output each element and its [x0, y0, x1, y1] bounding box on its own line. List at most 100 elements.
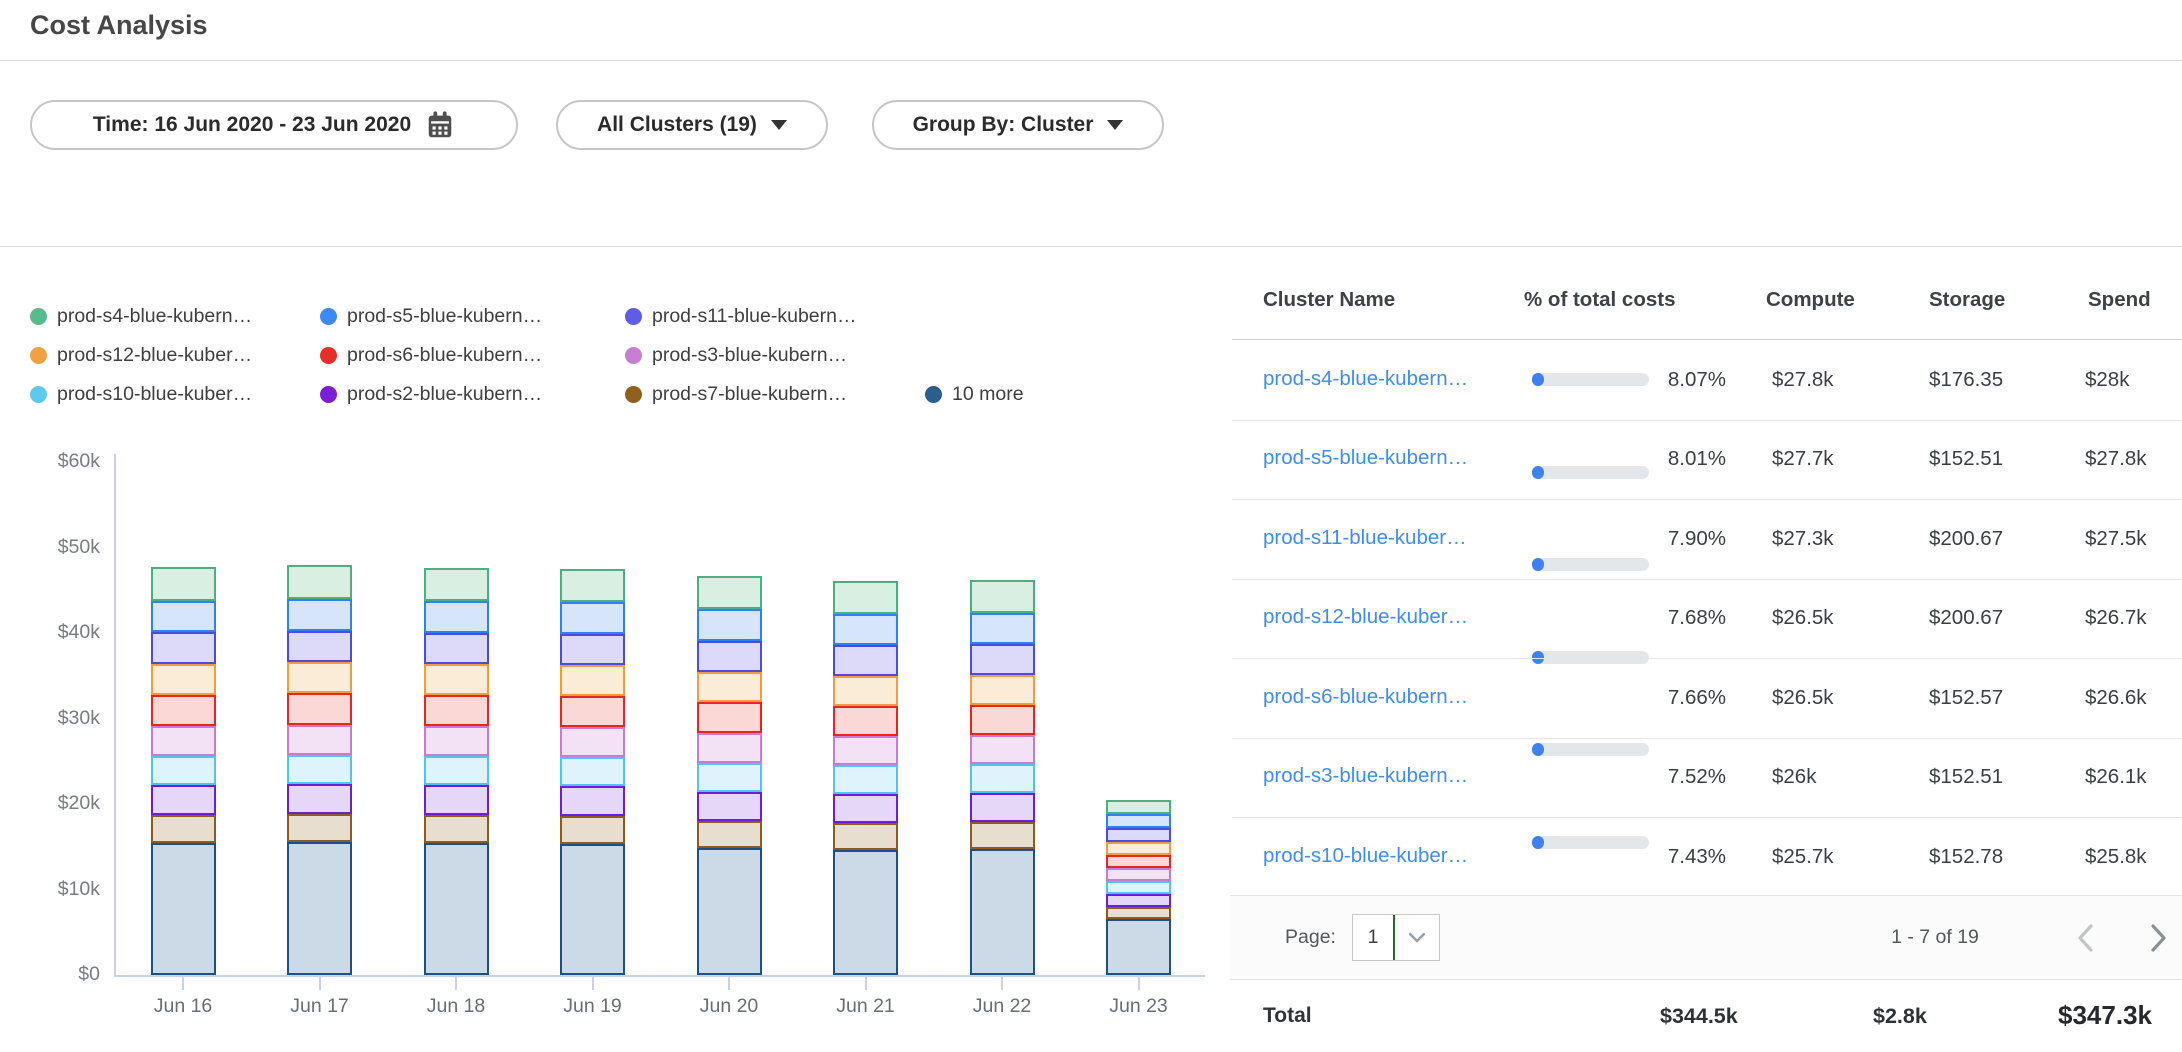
cluster-link-prod-s3-blue-kubern[interactable]: prod-s3-blue-kubern… [1263, 764, 1468, 788]
bar-segment-prod-s4-blue-kubern[interactable] [697, 576, 762, 609]
bar-segment-10-more[interactable] [560, 844, 625, 975]
bar-segment-prod-s5-blue-kubern[interactable] [1106, 814, 1171, 828]
cluster-link-prod-s11-blue-kuber[interactable]: prod-s11-blue-kuber… [1263, 526, 1467, 550]
bar-segment-prod-s6-blue-kubern[interactable] [287, 693, 352, 725]
bar-segment-prod-s2-blue-kubern[interactable] [560, 786, 625, 815]
bar-segment-prod-s5-blue-kubern[interactable] [424, 601, 489, 633]
legend-item-10-more[interactable]: 10 more [925, 381, 1024, 407]
bar-segment-prod-s4-blue-kubern[interactable] [151, 567, 216, 600]
bar-segment-10-more[interactable] [1106, 919, 1171, 975]
bar-segment-prod-s6-blue-kubern[interactable] [970, 705, 1035, 735]
bar-segment-prod-s6-blue-kubern[interactable] [424, 695, 489, 726]
bar-segment-prod-s11-blue-kubern[interactable] [424, 633, 489, 665]
bar-segment-prod-s4-blue-kubern[interactable] [1106, 800, 1171, 814]
bar-segment-prod-s3-blue-kubern[interactable] [560, 727, 625, 757]
bar-segment-prod-s2-blue-kubern[interactable] [287, 784, 352, 814]
bar-segment-prod-s2-blue-kubern[interactable] [970, 793, 1035, 822]
bar-segment-prod-s10-blue-kuber[interactable] [697, 763, 762, 792]
bar-segment-10-more[interactable] [970, 849, 1035, 975]
bar-segment-prod-s11-blue-kubern[interactable] [287, 631, 352, 663]
bar-segment-prod-s12-blue-kuber[interactable] [970, 675, 1035, 705]
bar-segment-prod-s6-blue-kubern[interactable] [560, 696, 625, 727]
legend-item-prod-s7-blue-kubern[interactable]: prod-s7-blue-kubern… [625, 381, 847, 407]
chevron-left-icon[interactable] [2072, 921, 2098, 955]
bar-segment-prod-s7-blue-kubern[interactable] [287, 814, 352, 842]
bar-segment-prod-s11-blue-kubern[interactable] [560, 634, 625, 666]
bar-segment-prod-s4-blue-kubern[interactable] [424, 568, 489, 601]
bar-segment-10-more[interactable] [424, 843, 489, 975]
bar-segment-prod-s12-blue-kuber[interactable] [697, 672, 762, 702]
bar-segment-prod-s7-blue-kubern[interactable] [1106, 907, 1171, 919]
bar-segment-prod-s2-blue-kubern[interactable] [424, 785, 489, 815]
bar-segment-prod-s6-blue-kubern[interactable] [151, 695, 216, 727]
bar-segment-prod-s5-blue-kubern[interactable] [833, 614, 898, 645]
bar-segment-prod-s6-blue-kubern[interactable] [833, 706, 898, 736]
bar-segment-prod-s12-blue-kuber[interactable] [424, 664, 489, 695]
bar-segment-prod-s4-blue-kubern[interactable] [560, 569, 625, 602]
bar-segment-prod-s12-blue-kuber[interactable] [151, 664, 216, 695]
bar-segment-prod-s3-blue-kubern[interactable] [697, 733, 762, 762]
cluster-link-prod-s5-blue-kubern[interactable]: prod-s5-blue-kubern… [1263, 446, 1468, 470]
bar-segment-prod-s3-blue-kubern[interactable] [287, 725, 352, 755]
bar-segment-prod-s7-blue-kubern[interactable] [560, 816, 625, 844]
bar-segment-prod-s4-blue-kubern[interactable] [833, 581, 898, 613]
bar-segment-10-more[interactable] [151, 843, 216, 975]
chevron-right-icon[interactable] [2146, 921, 2172, 955]
bar-segment-prod-s5-blue-kubern[interactable] [151, 601, 216, 633]
bar-segment-prod-s2-blue-kubern[interactable] [151, 785, 216, 815]
legend-item-prod-s10-blue-kuber[interactable]: prod-s10-blue-kuber… [30, 381, 252, 407]
bar-segment-prod-s5-blue-kubern[interactable] [560, 602, 625, 634]
bar-segment-prod-s4-blue-kubern[interactable] [287, 565, 352, 598]
bar-segment-prod-s11-blue-kubern[interactable] [697, 641, 762, 672]
bar-segment-prod-s3-blue-kubern[interactable] [970, 735, 1035, 764]
bar-segment-prod-s6-blue-kubern[interactable] [1106, 855, 1171, 868]
bar-segment-prod-s11-blue-kubern[interactable] [833, 645, 898, 676]
bar-segment-prod-s12-blue-kuber[interactable] [287, 662, 352, 693]
bar-segment-prod-s10-blue-kuber[interactable] [833, 765, 898, 794]
bar-segment-prod-s7-blue-kubern[interactable] [424, 815, 489, 843]
legend-item-prod-s2-blue-kubern[interactable]: prod-s2-blue-kubern… [320, 381, 542, 407]
bar-segment-10-more[interactable] [697, 848, 762, 975]
bar-segment-10-more[interactable] [287, 842, 352, 975]
bar-segment-prod-s3-blue-kubern[interactable] [424, 726, 489, 756]
bar-segment-prod-s5-blue-kubern[interactable] [287, 599, 352, 631]
legend-item-prod-s6-blue-kubern[interactable]: prod-s6-blue-kubern… [320, 342, 542, 368]
page-select[interactable]: 1 [1352, 914, 1440, 961]
bar-segment-prod-s10-blue-kuber[interactable] [560, 757, 625, 786]
bar-segment-prod-s4-blue-kubern[interactable] [970, 580, 1035, 612]
bar-segment-prod-s12-blue-kuber[interactable] [1106, 842, 1171, 855]
bar-segment-prod-s6-blue-kubern[interactable] [697, 702, 762, 733]
bar-segment-prod-s10-blue-kuber[interactable] [151, 756, 216, 785]
cluster-link-prod-s4-blue-kubern[interactable]: prod-s4-blue-kubern… [1263, 367, 1468, 391]
time-range-filter[interactable]: Time: 16 Jun 2020 - 23 Jun 2020 [30, 100, 518, 150]
bar-segment-prod-s2-blue-kubern[interactable] [697, 792, 762, 821]
bar-segment-prod-s3-blue-kubern[interactable] [833, 736, 898, 765]
bar-segment-prod-s10-blue-kuber[interactable] [970, 764, 1035, 793]
bar-segment-prod-s7-blue-kubern[interactable] [833, 823, 898, 850]
bar-segment-prod-s10-blue-kuber[interactable] [287, 755, 352, 784]
bar-segment-prod-s12-blue-kuber[interactable] [833, 676, 898, 706]
clusters-filter-dropdown[interactable]: All Clusters (19) [556, 100, 828, 150]
bar-segment-prod-s11-blue-kubern[interactable] [970, 644, 1035, 675]
legend-item-prod-s3-blue-kubern[interactable]: prod-s3-blue-kubern… [625, 342, 847, 368]
cluster-link-prod-s10-blue-kuber[interactable]: prod-s10-blue-kuber… [1263, 844, 1468, 868]
bar-segment-prod-s3-blue-kubern[interactable] [1106, 868, 1171, 881]
bar-segment-prod-s3-blue-kubern[interactable] [151, 726, 216, 756]
legend-item-prod-s4-blue-kubern[interactable]: prod-s4-blue-kubern… [30, 303, 252, 329]
bar-segment-prod-s11-blue-kubern[interactable] [1106, 828, 1171, 842]
legend-item-prod-s11-blue-kubern[interactable]: prod-s11-blue-kubern… [625, 303, 857, 329]
bar-segment-10-more[interactable] [833, 850, 898, 975]
bar-segment-prod-s2-blue-kubern[interactable] [1106, 894, 1171, 907]
bar-segment-prod-s2-blue-kubern[interactable] [833, 794, 898, 823]
bar-segment-prod-s7-blue-kubern[interactable] [970, 822, 1035, 849]
bar-segment-prod-s11-blue-kubern[interactable] [151, 632, 216, 664]
legend-item-prod-s5-blue-kubern[interactable]: prod-s5-blue-kubern… [320, 303, 542, 329]
group-by-dropdown[interactable]: Group By: Cluster [872, 100, 1164, 150]
legend-item-prod-s12-blue-kuber[interactable]: prod-s12-blue-kuber… [30, 342, 252, 368]
bar-segment-prod-s7-blue-kubern[interactable] [697, 821, 762, 849]
bar-segment-prod-s5-blue-kubern[interactable] [970, 613, 1035, 644]
bar-segment-prod-s5-blue-kubern[interactable] [697, 609, 762, 641]
cluster-link-prod-s6-blue-kubern[interactable]: prod-s6-blue-kubern… [1263, 685, 1468, 709]
bar-segment-prod-s10-blue-kuber[interactable] [1106, 881, 1171, 894]
bar-segment-prod-s12-blue-kuber[interactable] [560, 665, 625, 696]
